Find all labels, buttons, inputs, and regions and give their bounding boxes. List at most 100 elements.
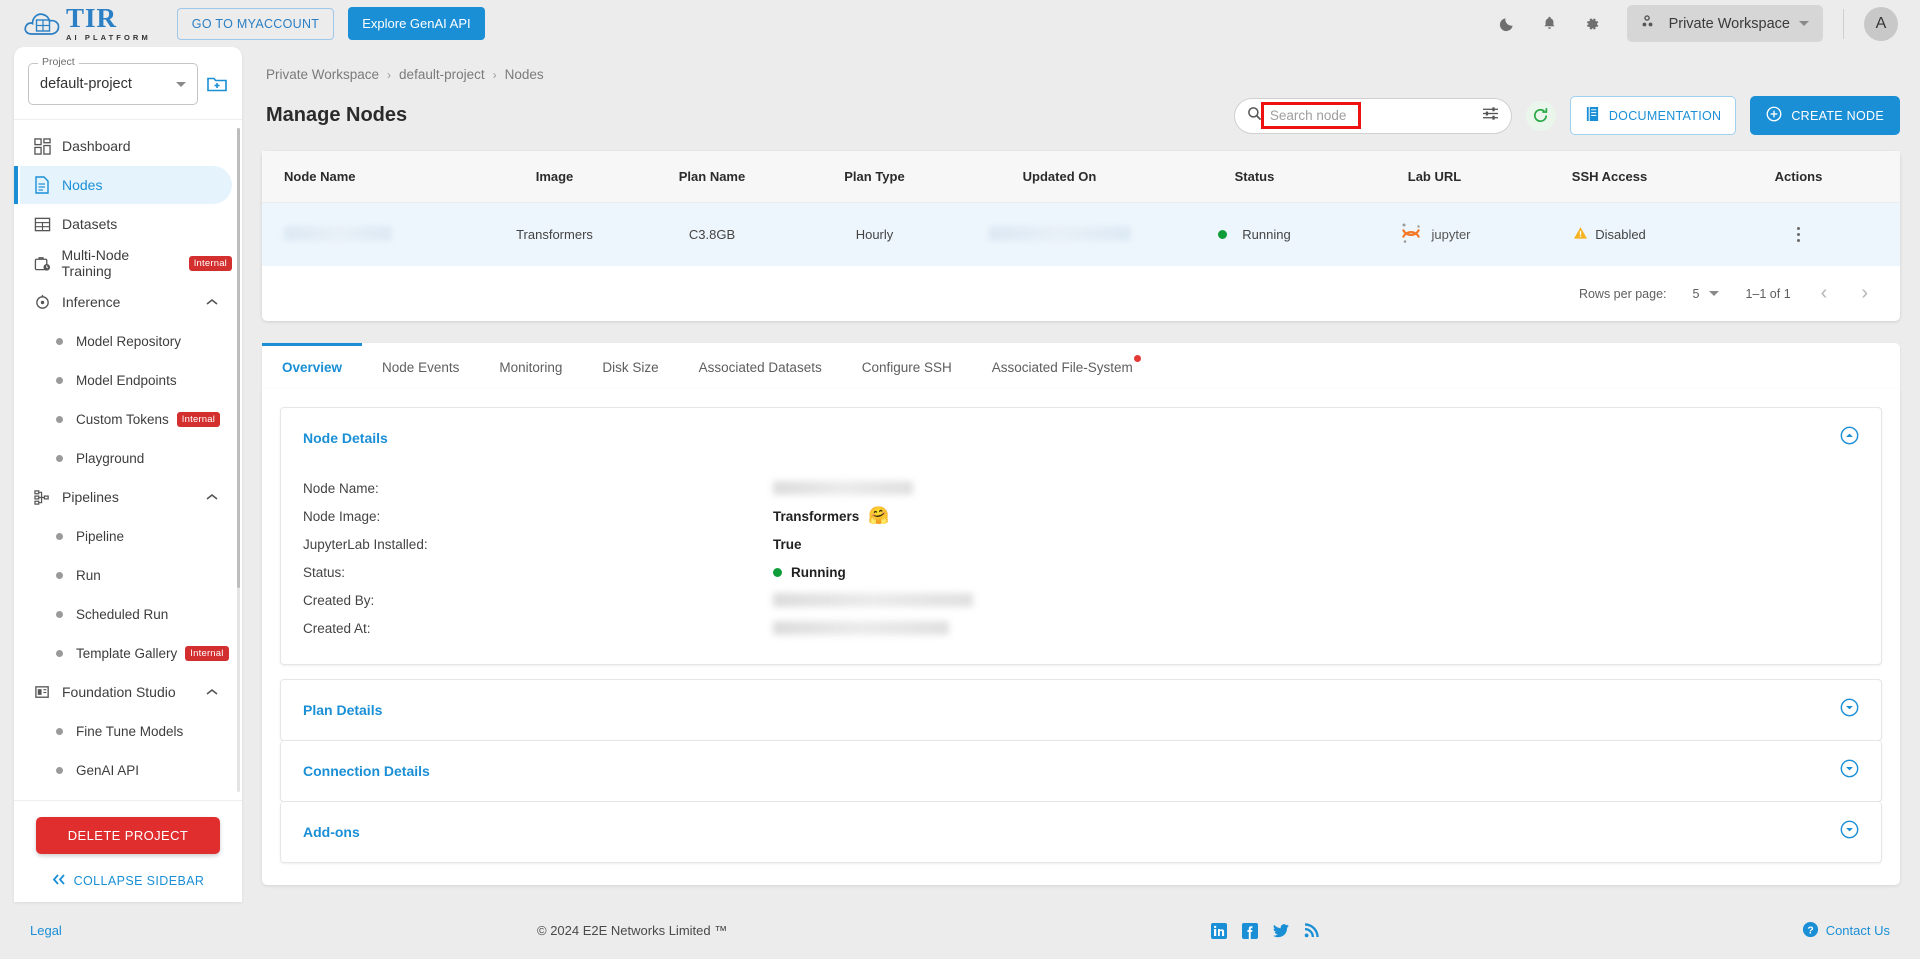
- sidebar-item-foundation-studio[interactable]: Foundation Studio: [20, 673, 232, 711]
- sidebar-item-genai-api[interactable]: GenAI API: [20, 751, 232, 789]
- project-select[interactable]: Project default-project: [28, 56, 198, 105]
- pagination-range: 1–1 of 1: [1745, 286, 1791, 301]
- breadcrumb-item-workspace[interactable]: Private Workspace: [266, 67, 379, 82]
- sidebar-item-nodes[interactable]: Nodes: [14, 166, 232, 204]
- delete-project-button[interactable]: DELETE PROJECT: [36, 817, 220, 854]
- detail-row-node-name: Node Name:: [303, 474, 1859, 502]
- refresh-icon[interactable]: [1525, 100, 1556, 131]
- chevron-down-icon: [1709, 291, 1720, 296]
- sidebar-item-fine-tune-models[interactable]: Fine Tune Models: [20, 712, 232, 750]
- moon-icon[interactable]: [1497, 13, 1519, 35]
- avatar[interactable]: A: [1864, 6, 1898, 41]
- documentation-button[interactable]: DOCUMENTATION: [1569, 96, 1737, 135]
- top-bar: TIR AI PLATFORM GO TO MYACCOUNT Explore …: [0, 0, 1920, 47]
- cell-updated-on: [957, 203, 1162, 267]
- footer: Legal © 2024 E2E Networks Limited ™ ? Co…: [0, 902, 1920, 959]
- search-input[interactable]: [1261, 108, 1482, 123]
- sidebar-item-label: Multi-Node Training: [61, 247, 130, 279]
- sidebar-item-model-repository[interactable]: Model Repository: [20, 322, 232, 360]
- folder-add-icon[interactable]: [206, 74, 228, 94]
- tir-logo[interactable]: TIR AI PLATFORM: [22, 5, 151, 42]
- node-details-header[interactable]: Node Details: [281, 408, 1881, 468]
- sidebar-item-template-gallery[interactable]: Template Gallery Internal: [20, 634, 232, 672]
- logo-subtitle: AI PLATFORM: [66, 33, 151, 43]
- node-details-body: Node Name: Node Image: Transformers 🤗 Ju…: [281, 468, 1881, 664]
- tab-associated-file-system[interactable]: Associated File-System: [972, 343, 1153, 389]
- sidebar-item-run[interactable]: Run: [20, 556, 232, 594]
- status-label: Running: [1242, 227, 1291, 242]
- create-node-button[interactable]: CREATE NODE: [1750, 96, 1900, 135]
- sidebar-item-pipelines[interactable]: Pipelines: [20, 478, 232, 516]
- gear-icon[interactable]: [1581, 13, 1603, 35]
- bullet-icon: [56, 454, 63, 462]
- cell-actions[interactable]: [1697, 203, 1900, 267]
- plan-details-header[interactable]: Plan Details: [281, 680, 1881, 740]
- connection-details-header[interactable]: Connection Details: [281, 741, 1881, 801]
- addons-header[interactable]: Add-ons: [281, 802, 1881, 862]
- tab-associated-datasets[interactable]: Associated Datasets: [679, 343, 842, 389]
- page-title: Manage Nodes: [266, 104, 408, 126]
- sidebar-item-multi-node-training[interactable]: Multi-Node Training Internal: [20, 244, 232, 282]
- next-page-button[interactable]: ›: [1857, 282, 1872, 305]
- workspace-selector[interactable]: Private Workspace: [1626, 5, 1823, 42]
- document-icon: [34, 176, 62, 194]
- plan-details-accordion: Plan Details: [280, 679, 1882, 741]
- redacted-updated-on: [988, 225, 1131, 241]
- previous-page-button[interactable]: ‹: [1817, 282, 1832, 305]
- breadcrumb-item-project[interactable]: default-project: [399, 67, 485, 82]
- search-box[interactable]: [1233, 97, 1512, 134]
- sidebar-item-label: GenAI API: [76, 762, 140, 778]
- ssh-access-label: Disabled: [1595, 227, 1646, 242]
- detail-label: Status:: [303, 564, 346, 580]
- go-to-myaccount-button[interactable]: GO TO MYACCOUNT: [176, 7, 335, 40]
- legal-link[interactable]: Legal: [30, 923, 62, 938]
- bullet-icon: [56, 610, 63, 618]
- facebook-icon[interactable]: [1241, 922, 1258, 939]
- filter-settings-icon[interactable]: [1482, 106, 1499, 126]
- sidebar-item-datasets[interactable]: Datasets: [20, 205, 232, 243]
- contact-us-link[interactable]: ? Contact Us: [1802, 921, 1890, 941]
- rows-per-page-select[interactable]: 5: [1693, 287, 1720, 301]
- sidebar-item-playground[interactable]: Playground: [20, 439, 232, 477]
- sidebar-item-pipeline[interactable]: Pipeline: [20, 517, 232, 555]
- workspace-label: Private Workspace: [1668, 15, 1790, 32]
- sidebar-scrollbar-thumb[interactable]: [237, 128, 240, 588]
- table-header-row: Node Name Image Plan Name Plan Type Upda…: [262, 151, 1900, 203]
- breadcrumb-separator: ›: [492, 67, 497, 82]
- sidebar-item-label: Playground: [76, 450, 145, 466]
- collapse-sidebar-button[interactable]: COLLAPSE SIDEBAR: [36, 874, 220, 888]
- detail-label: JupyterLab Installed:: [303, 536, 428, 552]
- linkedin-icon[interactable]: [1210, 922, 1227, 939]
- tab-configure-ssh[interactable]: Configure SSH: [842, 343, 972, 389]
- workspace-icon: [1641, 14, 1660, 33]
- chevron-down-circle-icon[interactable]: [1840, 698, 1859, 722]
- tab-monitoring[interactable]: Monitoring: [479, 343, 582, 389]
- tab-node-events[interactable]: Node Events: [362, 343, 479, 389]
- bullet-icon: [56, 727, 63, 735]
- cell-lab-url[interactable]: jupyter: [1347, 203, 1522, 267]
- sidebar-item-inference[interactable]: Inference: [20, 283, 232, 321]
- row-actions-menu-icon[interactable]: [1697, 226, 1900, 243]
- chevron-up-icon: [206, 298, 218, 306]
- sidebar-item-model-endpoints[interactable]: Model Endpoints: [20, 361, 232, 399]
- chevron-up-circle-icon[interactable]: [1840, 426, 1859, 450]
- sidebar-item-scheduled-run[interactable]: Scheduled Run: [20, 595, 232, 633]
- bell-icon[interactable]: [1539, 13, 1561, 35]
- tab-disk-size[interactable]: Disk Size: [582, 343, 678, 389]
- badge-internal: Internal: [188, 255, 232, 271]
- column-header-updated-on: Updated On: [957, 151, 1162, 203]
- app-root: TIR AI PLATFORM GO TO MYACCOUNT Explore …: [0, 0, 1920, 959]
- tab-overview[interactable]: Overview: [262, 343, 363, 389]
- sidebar-item-dashboard[interactable]: Dashboard: [20, 127, 232, 165]
- table-row[interactable]: Transformers C3.8GB Hourly Running jupyt…: [262, 202, 1900, 267]
- chevron-up-icon: [206, 688, 218, 696]
- sidebar-item-label: Template Gallery: [76, 645, 178, 661]
- breadcrumb-item-nodes[interactable]: Nodes: [505, 67, 544, 82]
- sidebar-item-custom-tokens[interactable]: Custom Tokens Internal: [20, 400, 232, 438]
- sidebar-item-label: Pipelines: [62, 489, 119, 505]
- explore-genai-api-button[interactable]: Explore GenAI API: [348, 7, 485, 40]
- chevron-down-circle-icon[interactable]: [1840, 759, 1859, 783]
- twitter-icon[interactable]: [1272, 922, 1289, 939]
- chevron-down-circle-icon[interactable]: [1840, 820, 1859, 844]
- rss-icon[interactable]: [1303, 922, 1320, 939]
